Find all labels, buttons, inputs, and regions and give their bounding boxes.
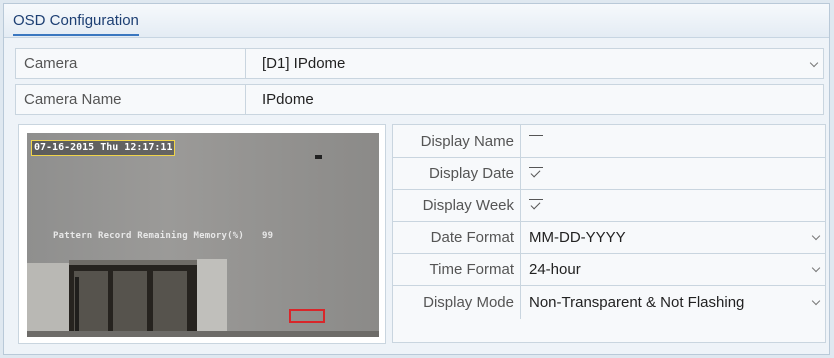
display-date-row: Display Date [393,157,825,190]
live-preview[interactable]: 07-16-2015 Thu 12:17:11 Pattern Record R… [27,133,379,337]
osd-text-label: Pattern Record Remaining Memory(%) [53,231,245,241]
camera-select[interactable]: [D1] IPdome [246,49,823,78]
chevron-down-icon [811,263,821,273]
date-format-value: MM-DD-YYYY [529,228,626,246]
preview-floor [27,331,379,337]
osd-marker [315,155,322,159]
osd-configuration-panel: OSD Configuration Camera [D1] IPdome Cam… [3,3,830,355]
camera-label: Camera [16,49,246,78]
time-format-label: Time Format [393,253,521,285]
display-week-label: Display Week [393,189,521,221]
display-name-checkbox[interactable] [521,125,825,157]
camera-name-label: Camera Name [16,85,246,114]
osd-text-overlay[interactable]: Pattern Record Remaining Memory(%) 99 [53,231,273,241]
osd-date-overlay[interactable]: 07-16-2015 Thu 12:17:11 [31,140,176,156]
time-format-row: Time Format 24-hour [393,253,825,286]
check-icon [530,167,541,178]
display-mode-row: Display Mode Non-Transparent & Not Flash… [393,285,825,319]
check-icon [530,199,541,210]
camera-row: Camera [D1] IPdome [15,48,824,79]
osd-name-box-left [289,309,291,323]
live-preview-frame: 07-16-2015 Thu 12:17:11 Pattern Record R… [18,124,386,344]
checkbox-icon [529,135,543,147]
date-format-row: Date Format MM-DD-YYYY [393,221,825,254]
osd-settings-grid: Display Name Display Date Display Week D… [392,124,826,343]
osd-text-value: 99 [262,231,274,241]
chevron-down-icon [811,231,821,241]
chevron-down-icon [811,296,821,306]
preview-cabinet-panel [74,271,108,331]
display-mode-label: Display Mode [393,285,521,319]
osd-name-overlay[interactable] [287,309,327,325]
date-format-label: Date Format [393,221,521,253]
display-mode-value: Non-Transparent & Not Flashing [529,293,745,311]
display-name-label: Display Name [393,125,521,157]
camera-name-input[interactable]: IPdome [246,85,823,114]
camera-name-value: IPdome [262,91,314,108]
tab-osd-configuration[interactable]: OSD Configuration [13,12,139,36]
osd-name-box-right [323,309,325,323]
time-format-value: 24-hour [529,260,581,278]
time-format-select[interactable]: 24-hour [521,253,825,285]
preview-frame [75,277,79,337]
camera-select-value: [D1] IPdome [262,55,346,72]
preview-wall-block [197,259,227,337]
display-week-checkbox[interactable] [521,189,825,221]
display-name-row: Display Name [393,125,825,158]
display-week-row: Display Week [393,189,825,222]
display-date-label: Display Date [393,157,521,189]
camera-name-row: Camera Name IPdome [15,84,824,115]
checkbox-checked-icon [529,199,543,211]
checkbox-checked-icon [529,167,543,179]
display-mode-select[interactable]: Non-Transparent & Not Flashing [521,285,825,319]
tab-bar: OSD Configuration [4,4,829,38]
preview-cabinet-panel [153,271,187,331]
date-format-select[interactable]: MM-DD-YYYY [521,221,825,253]
display-date-checkbox[interactable] [521,157,825,189]
preview-cabinet-panel [113,271,147,331]
chevron-down-icon [809,58,819,67]
